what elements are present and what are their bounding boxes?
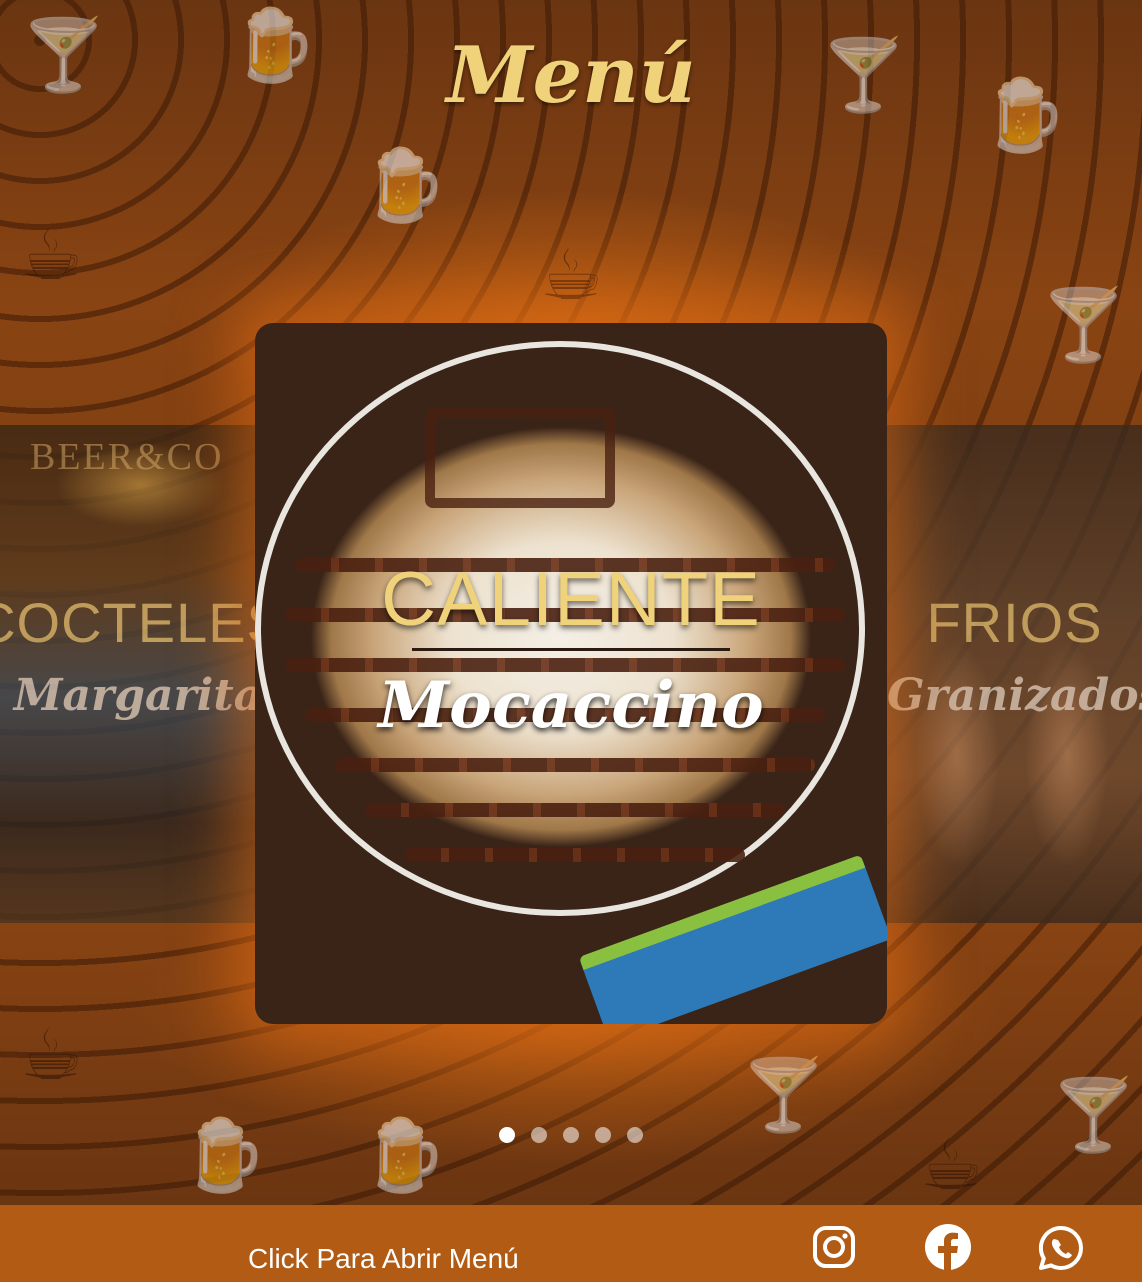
- carousel-slide-active[interactable]: CALIENTE Mocaccino: [255, 323, 887, 1024]
- slide-category: CALIENTE: [381, 557, 761, 642]
- carousel-slide-next[interactable]: FRIOS Granizados: [887, 425, 1142, 923]
- slide-category: COCTELES: [0, 591, 256, 654]
- coffee-bean-icon: ☕: [20, 214, 83, 296]
- open-menu-link[interactable]: Click Para Abrir Menú: [248, 1243, 519, 1275]
- chocolate-drizzle: [335, 758, 815, 772]
- carousel-slide-prev[interactable]: BEER&CO COCTELES Margarita: [0, 425, 256, 923]
- carousel-dot-5[interactable]: [627, 1127, 643, 1143]
- page-title: Menú: [446, 30, 696, 121]
- carousel-pagination: [0, 1127, 1142, 1143]
- slide-item: Margarita: [13, 670, 256, 721]
- cocktail-glass-icon: 🍸: [740, 1054, 828, 1136]
- coffee-bean-icon: ☕: [20, 1014, 83, 1096]
- title-divider: [412, 648, 730, 651]
- coffee-bean-icon: ☕: [540, 234, 603, 316]
- slide-item: Granizados: [887, 670, 1142, 721]
- whatsapp-icon[interactable]: [1038, 1225, 1084, 1271]
- carousel-dot-2[interactable]: [531, 1127, 547, 1143]
- chocolate-drizzle: [365, 803, 785, 817]
- carousel-dot-3[interactable]: [563, 1127, 579, 1143]
- footer-bar: Click Para Abrir Menú: [0, 1205, 1142, 1282]
- facebook-icon[interactable]: [924, 1223, 972, 1271]
- slide-category: FRIOS: [926, 591, 1103, 654]
- bar-sign-text: BEER&CO: [30, 436, 224, 478]
- beer-mug-icon: 🍺: [360, 144, 448, 226]
- slide-item: Mocaccino: [378, 668, 764, 743]
- chocolate-drizzle: [405, 848, 745, 862]
- carousel-dot-4[interactable]: [595, 1127, 611, 1143]
- logo-latte-art: [425, 408, 615, 508]
- instagram-icon[interactable]: [812, 1225, 856, 1269]
- carousel-dot-1[interactable]: [499, 1127, 515, 1143]
- cocktail-glass-icon: 🍸: [1040, 284, 1128, 366]
